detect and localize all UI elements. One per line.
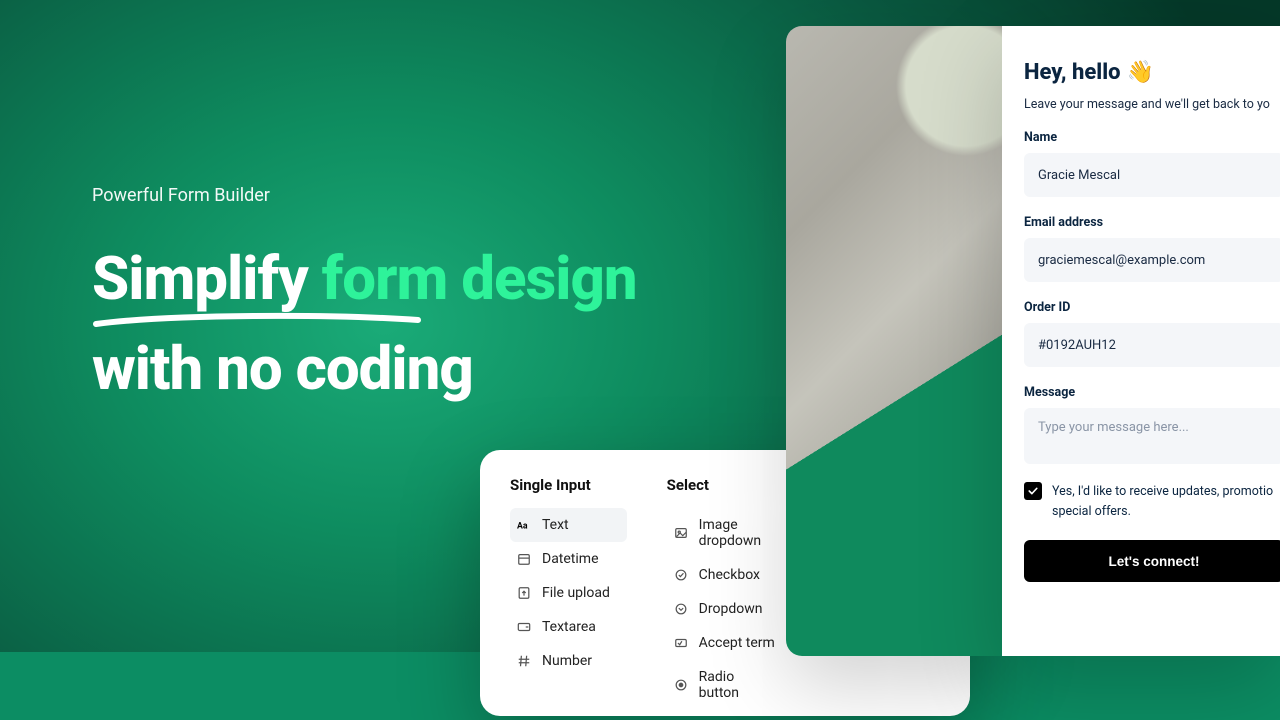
label-name: Name bbox=[1024, 130, 1280, 145]
input-name[interactable]: Gracie Mescal bbox=[1024, 153, 1280, 197]
radio-icon bbox=[673, 677, 689, 693]
decorative-photo bbox=[786, 26, 1002, 656]
hero-line2: with no coding bbox=[92, 333, 473, 404]
input-message[interactable]: Type your message here... bbox=[1024, 408, 1280, 464]
input-type-item[interactable]: File upload bbox=[510, 576, 627, 610]
column-heading: Select bbox=[667, 476, 784, 494]
input-type-item[interactable]: Dropdown bbox=[667, 592, 784, 626]
input-email[interactable]: graciemescal@example.com bbox=[1024, 238, 1280, 282]
chevron-down-icon bbox=[673, 601, 689, 617]
submit-button[interactable]: Let's connect! bbox=[1024, 540, 1280, 582]
input-type-item[interactable]: Aa Text bbox=[510, 508, 627, 542]
input-type-label: Datetime bbox=[542, 551, 599, 567]
form-intro: Leave your message and we'll get back to… bbox=[1024, 97, 1280, 112]
input-type-label: Text bbox=[542, 517, 569, 533]
input-type-item[interactable]: Datetime bbox=[510, 542, 627, 576]
image-icon bbox=[673, 525, 689, 541]
calendar-icon bbox=[516, 551, 532, 567]
input-order[interactable]: #0192AUH12 bbox=[1024, 323, 1280, 367]
inputs-column: Single Input Aa Text Datetime File upload Tex… bbox=[510, 476, 627, 710]
input-type-label: Image dropdown bbox=[699, 517, 778, 549]
hero-line1-plain: Simplify bbox=[92, 243, 322, 314]
form-title-text: Hey, hello bbox=[1024, 60, 1121, 85]
hero-highlight: form design bbox=[322, 240, 637, 318]
wave-icon: 👋 bbox=[1127, 60, 1154, 85]
field-email: Email address graciemescal@example.com bbox=[1024, 215, 1280, 282]
svg-text:Aa: Aa bbox=[517, 522, 528, 532]
hero-title: Simplify form design with no coding bbox=[92, 240, 637, 408]
text-icon: Aa bbox=[516, 517, 532, 533]
input-type-item[interactable]: Accept term bbox=[667, 626, 784, 660]
input-type-label: Checkbox bbox=[699, 567, 760, 583]
input-type-label: Number bbox=[542, 653, 592, 669]
label-order: Order ID bbox=[1024, 300, 1280, 315]
field-name: Name Gracie Mescal bbox=[1024, 130, 1280, 197]
input-type-item[interactable]: Radio button bbox=[667, 660, 784, 710]
input-type-label: File upload bbox=[542, 585, 610, 601]
input-type-label: Textarea bbox=[542, 619, 596, 635]
label-email: Email address bbox=[1024, 215, 1280, 230]
field-message: Message Type your message here... bbox=[1024, 385, 1280, 464]
hero-copy: Powerful Form Builder Simplify form desi… bbox=[92, 185, 637, 408]
consent-text: Yes, I'd like to receive updates, promot… bbox=[1052, 482, 1273, 522]
upload-icon bbox=[516, 585, 532, 601]
input-type-item[interactable]: Number bbox=[510, 644, 627, 678]
textarea-icon bbox=[516, 619, 532, 635]
input-type-label: Dropdown bbox=[699, 601, 763, 617]
label-message: Message bbox=[1024, 385, 1280, 400]
consent-row[interactable]: Yes, I'd like to receive updates, promot… bbox=[1024, 482, 1274, 522]
input-type-item[interactable]: Checkbox bbox=[667, 558, 784, 592]
inputs-column: Select Image dropdown Checkbox Dropdown Acce… bbox=[667, 476, 784, 710]
hero-subtitle: Powerful Form Builder bbox=[92, 185, 637, 206]
contact-form-card: Hey, hello 👋 Leave your message and we'l… bbox=[1002, 26, 1280, 656]
accept-icon bbox=[673, 635, 689, 651]
hash-icon bbox=[516, 653, 532, 669]
input-type-label: Accept term bbox=[699, 635, 775, 651]
consent-checkbox[interactable] bbox=[1024, 482, 1042, 500]
input-type-label: Radio button bbox=[699, 669, 778, 701]
column-heading: Single Input bbox=[510, 476, 627, 494]
checkbox-icon bbox=[673, 567, 689, 583]
form-title: Hey, hello 👋 bbox=[1024, 60, 1280, 85]
field-order: Order ID #0192AUH12 bbox=[1024, 300, 1280, 367]
input-type-item[interactable]: Image dropdown bbox=[667, 508, 784, 558]
input-type-item[interactable]: Textarea bbox=[510, 610, 627, 644]
